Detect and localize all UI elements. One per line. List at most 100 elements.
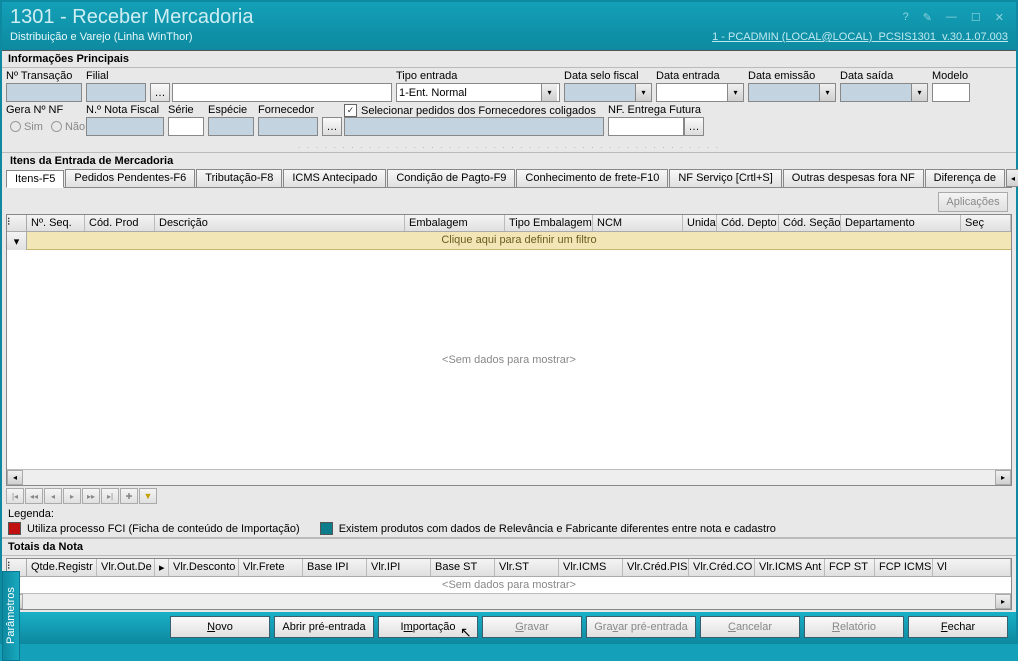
tcol-basest[interactable]: Base ST xyxy=(431,559,495,576)
edit-icon[interactable]: ✎ xyxy=(919,11,936,24)
input-data-emissao[interactable]: ▾ xyxy=(748,83,836,102)
grid-selector-stub[interactable]: ⁝ xyxy=(7,215,27,231)
input-data-entrada[interactable]: ▾ xyxy=(656,83,744,102)
minimize-icon[interactable]: — xyxy=(942,11,961,24)
help-icon[interactable]: ? xyxy=(899,11,913,24)
totais-hscroll[interactable]: ◂ ▸ xyxy=(7,593,1011,609)
radio-icon xyxy=(51,121,62,132)
filial-lookup-button[interactable]: … xyxy=(150,83,170,102)
col-ncm[interactable]: NCM xyxy=(593,215,683,231)
combo-tipo-entrada-value: 1-Ent. Normal xyxy=(399,87,467,99)
input-n-nota[interactable] xyxy=(86,117,164,136)
connection-info: 1 - PCADMIN (LOCAL@LOCAL) PCSIS1301 v.30… xyxy=(712,31,1008,43)
input-data-selo[interactable]: ▾ xyxy=(564,83,652,102)
nav-last[interactable]: ▸| xyxy=(101,488,119,504)
maximize-icon[interactable]: ☐ xyxy=(967,11,985,24)
label-tipo-entrada: Tipo entrada xyxy=(396,70,560,82)
tcol-vlripi[interactable]: Vlr.IPI xyxy=(367,559,431,576)
tcol-arrow[interactable]: ▸ xyxy=(155,559,169,576)
splitter-handle[interactable]: · · · · · · · · · · · · · · · · · · · · … xyxy=(2,142,1016,152)
radio-gera-nf[interactable]: Sim Não xyxy=(6,117,82,136)
nav-prevpage[interactable]: ◂◂ xyxy=(25,488,43,504)
nav-first[interactable]: |◂ xyxy=(6,488,24,504)
tab-pedidos[interactable]: Pedidos Pendentes-F6 xyxy=(65,169,195,187)
input-filial[interactable] xyxy=(86,83,146,102)
col-depto[interactable]: Departamento xyxy=(841,215,961,231)
tcol-icmsant[interactable]: Vlr.ICMS Ant xyxy=(755,559,825,576)
tab-nfservico[interactable]: NF Serviço [Crtl+S] xyxy=(669,169,781,187)
abrir-pre-button[interactable]: Abrir pré-entrada xyxy=(274,616,374,638)
scroll-right-icon[interactable]: ▸ xyxy=(995,470,1011,485)
nav-nextpage[interactable]: ▸▸ xyxy=(82,488,100,504)
input-fornecedor-cod[interactable] xyxy=(258,117,318,136)
col-embalagem[interactable]: Embalagem xyxy=(405,215,505,231)
tab-icms[interactable]: ICMS Antecipado xyxy=(283,169,386,187)
itens-grid: ⁝ Nº. Seq. Cód. Prod Descrição Embalagem… xyxy=(6,214,1012,486)
gravar-pre-button[interactable]: Gravar pré-entrada xyxy=(586,616,696,638)
tab-itens[interactable]: Itens-F5 xyxy=(6,170,64,188)
input-especie[interactable] xyxy=(208,117,254,136)
tcol-qtde[interactable]: Qtde.Registr xyxy=(27,559,97,576)
input-transacao[interactable] xyxy=(6,83,82,102)
tcol-frete[interactable]: Vlr.Frete xyxy=(239,559,303,576)
label-serie: Série xyxy=(168,104,204,116)
tab-tributacao[interactable]: Tributação-F8 xyxy=(196,169,282,187)
input-data-saida[interactable]: ▾ xyxy=(840,83,928,102)
tab-frete[interactable]: Conhecimento de frete-F10 xyxy=(516,169,668,187)
scroll-right-icon[interactable]: ▸ xyxy=(995,594,1011,609)
totais-empty: <Sem dados para mostrar> xyxy=(7,577,1011,593)
col-tipoemb[interactable]: Tipo Embalagem xyxy=(505,215,593,231)
parametros-side-tab[interactable]: Parâmetros xyxy=(2,571,20,661)
scroll-left-icon[interactable]: ◂ xyxy=(7,470,23,485)
tab-scroll-left[interactable]: ◂ xyxy=(1006,169,1018,187)
tcol-credco[interactable]: Vlr.Créd.CO xyxy=(689,559,755,576)
col-seq[interactable]: Nº. Seq. xyxy=(27,215,85,231)
input-serie[interactable] xyxy=(168,117,204,136)
tab-condicao[interactable]: Condição de Pagto-F9 xyxy=(387,169,515,187)
tcol-fcpicms[interactable]: FCP ICMS xyxy=(875,559,933,576)
nav-prev[interactable]: ◂ xyxy=(44,488,62,504)
tcol-outdesp[interactable]: Vlr.Out.De xyxy=(97,559,155,576)
col-coddepto[interactable]: Cód. Depto xyxy=(717,215,779,231)
entrega-futura-lookup-button[interactable]: … xyxy=(684,117,704,136)
close-icon[interactable]: ✕ xyxy=(991,11,1008,24)
nav-bookmark[interactable]: ✚ xyxy=(120,488,138,504)
tcol-fcpst[interactable]: FCP ST xyxy=(825,559,875,576)
nav-next[interactable]: ▸ xyxy=(63,488,81,504)
tcol-vl[interactable]: Vl xyxy=(933,559,1011,576)
nav-filter-toggle[interactable]: ▼ xyxy=(139,488,157,504)
relatorio-button[interactable]: Relatório xyxy=(804,616,904,638)
col-codprod[interactable]: Cód. Prod xyxy=(85,215,155,231)
col-codsecao[interactable]: Cód. Seção xyxy=(779,215,841,231)
aplicacoes-button[interactable]: Aplicações xyxy=(938,192,1008,212)
filter-icon[interactable]: ▾ xyxy=(7,232,27,250)
col-secao[interactable]: Seç xyxy=(961,215,1011,231)
cancelar-button[interactable]: Cancelar xyxy=(700,616,800,638)
input-fornecedor-nome[interactable] xyxy=(344,117,604,136)
grid-hscroll[interactable]: ◂ ▸ xyxy=(7,469,1011,485)
input-modelo[interactable] xyxy=(932,83,970,102)
checkbox-coligados[interactable]: ✓ xyxy=(344,104,357,117)
input-entrega-futura[interactable] xyxy=(608,117,684,136)
tab-outras[interactable]: Outras despesas fora NF xyxy=(783,169,924,187)
tcol-icms[interactable]: Vlr.ICMS xyxy=(559,559,623,576)
tcol-vlrst[interactable]: Vlr.ST xyxy=(495,559,559,576)
input-filial-desc[interactable] xyxy=(172,83,392,102)
importacao-button[interactable]: Importação xyxy=(378,616,478,638)
gravar-button[interactable]: Gravar xyxy=(482,616,582,638)
label-data-selo: Data selo fiscal xyxy=(564,70,652,82)
combo-tipo-entrada[interactable]: 1-Ent. Normal ▾ xyxy=(396,83,560,102)
tcol-credpis[interactable]: Vlr.Créd.PIS xyxy=(623,559,689,576)
tcol-baseipi[interactable]: Base IPI xyxy=(303,559,367,576)
tcol-desc[interactable]: Vlr.Desconto xyxy=(169,559,239,576)
tab-diferenca[interactable]: Diferença de xyxy=(925,169,1005,187)
dropdown-icon: ▾ xyxy=(727,84,743,101)
grid-filter-row[interactable]: Clique aqui para definir um filtro xyxy=(27,232,1011,250)
totais-title: Totais da Nota xyxy=(2,538,1016,556)
novo-button[interactable]: Novo xyxy=(170,616,270,638)
col-unidade[interactable]: Unida xyxy=(683,215,717,231)
col-descricao[interactable]: Descrição xyxy=(155,215,405,231)
fechar-button[interactable]: Fechar xyxy=(908,616,1008,638)
info-panel-title: Informações Principais xyxy=(2,51,1016,68)
fornecedor-lookup-button[interactable]: … xyxy=(322,117,342,136)
